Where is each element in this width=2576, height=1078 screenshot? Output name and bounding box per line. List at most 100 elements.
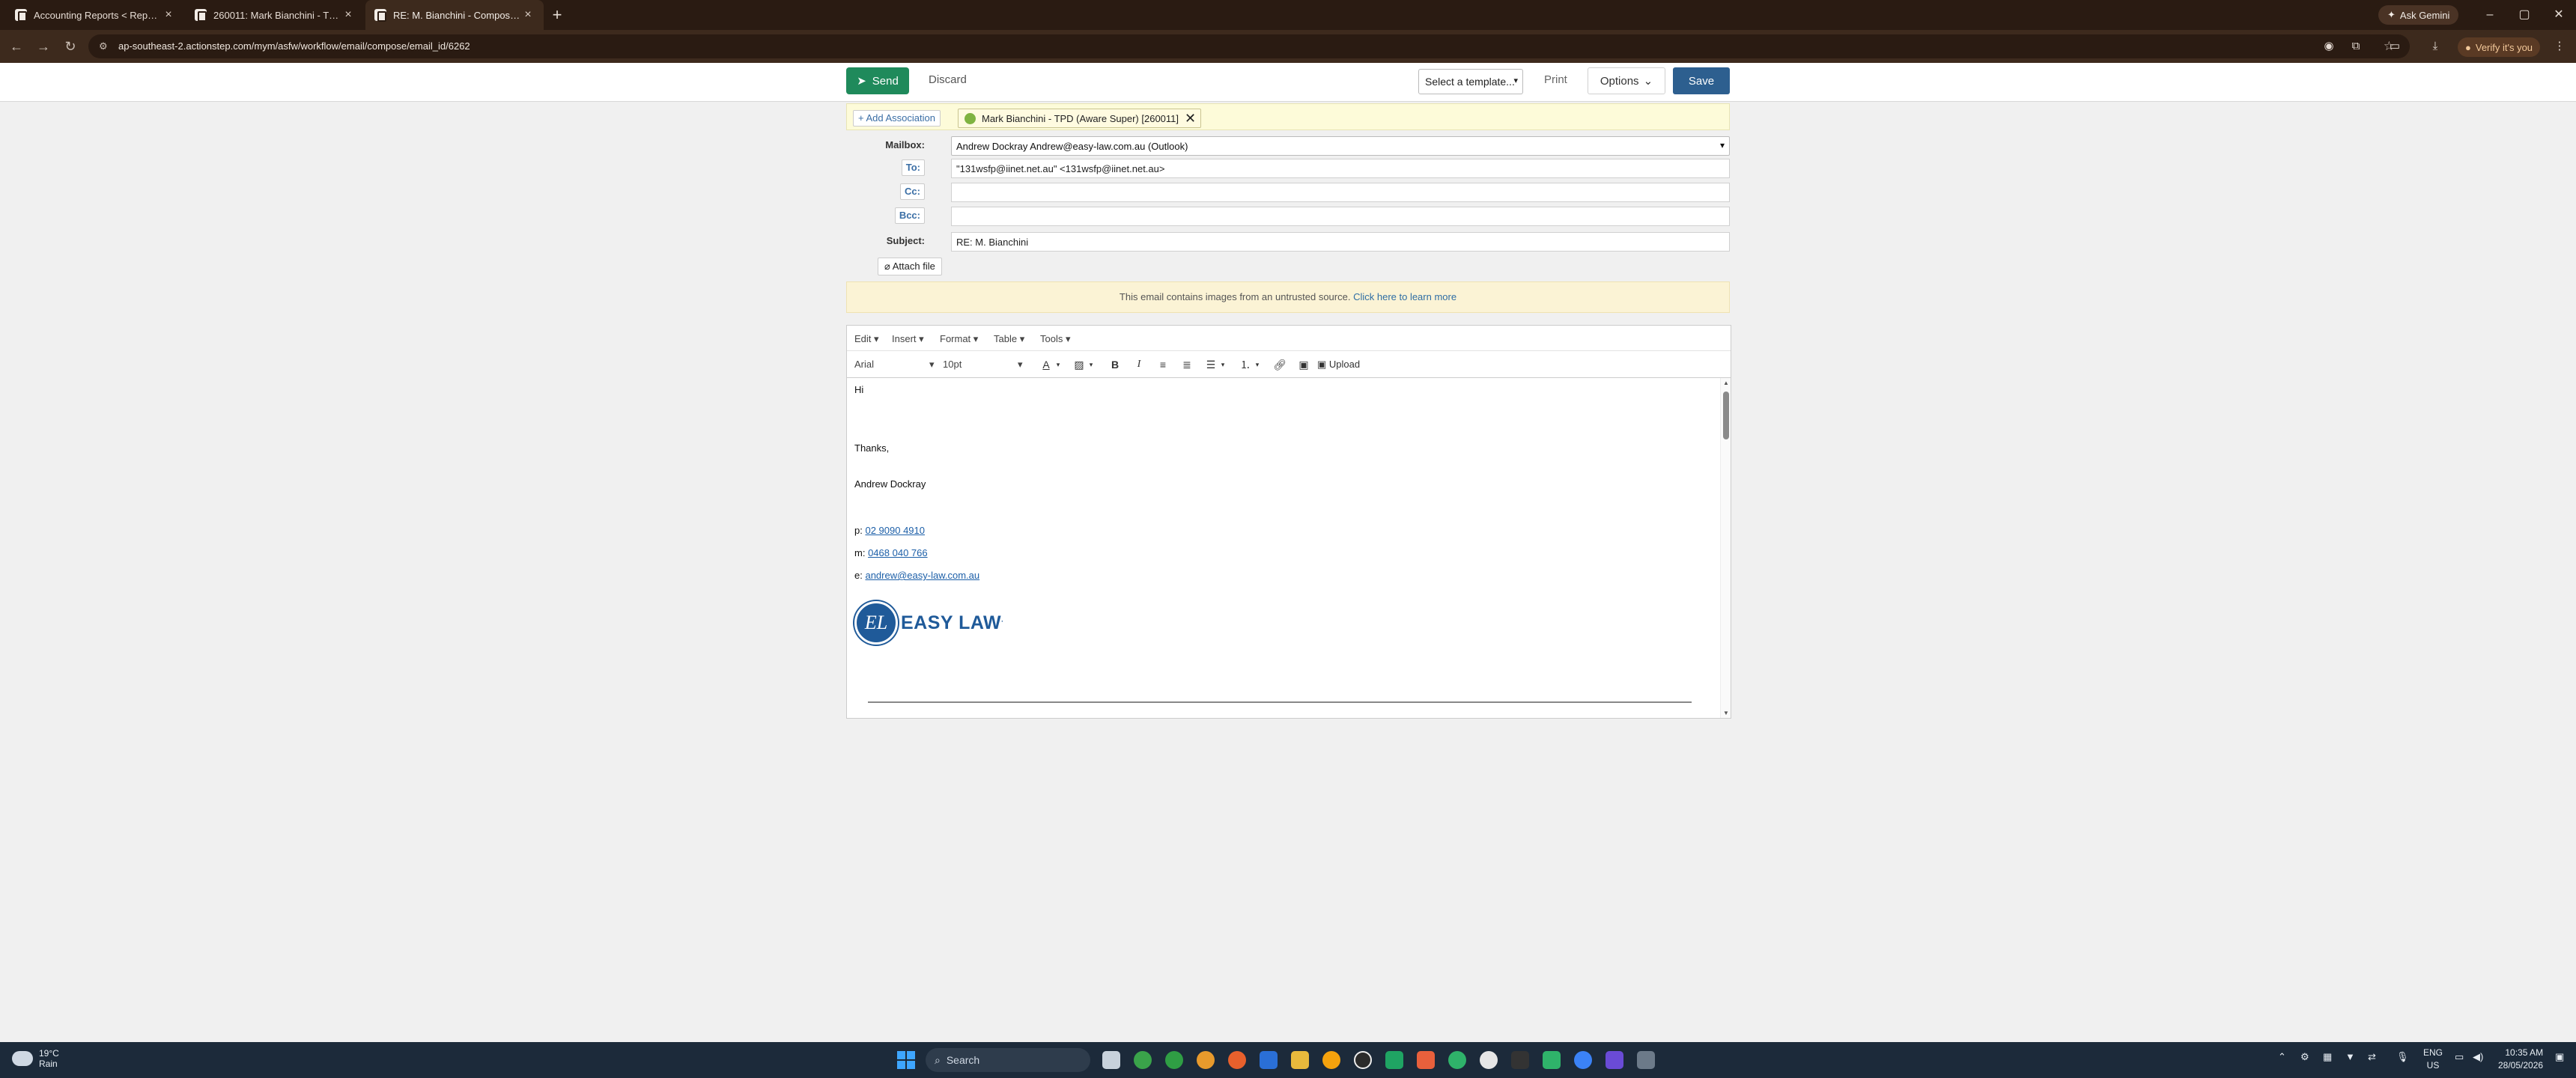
maximize-icon[interactable]: ▢ (2507, 0, 2542, 30)
menu-table[interactable]: Table ▾ (994, 333, 1024, 345)
upload-button[interactable]: ▣ Upload (1317, 357, 1377, 372)
bullet-list-icon[interactable]: ☰ (1202, 357, 1220, 372)
align-left-icon[interactable]: ≡ (1154, 357, 1172, 372)
mail-icon[interactable] (1260, 1051, 1278, 1069)
minimize-icon[interactable]: – (2473, 0, 2507, 30)
volume-icon[interactable]: ◀︎) (2473, 1051, 2483, 1063)
learn-more-link[interactable]: Click here to learn more (1353, 291, 1456, 302)
notifications-icon[interactable]: ▣ (2555, 1051, 2564, 1063)
windows-start-icon[interactable] (897, 1051, 915, 1069)
app-purple-icon[interactable] (1606, 1051, 1623, 1069)
verify-identity-button[interactable]: ● Verify it's you (2458, 37, 2541, 57)
scroll-thumb[interactable] (1723, 392, 1729, 439)
menu-format[interactable]: Format ▾ (940, 333, 978, 345)
print-button[interactable]: Print (1544, 73, 1567, 86)
mobile-link[interactable]: 0468 040 766 (868, 547, 928, 558)
tray-vpn-icon[interactable]: ▼ (2345, 1051, 2355, 1062)
tray-sync-icon[interactable]: ⇄ (2368, 1051, 2376, 1063)
chevron-down-icon[interactable]: ▾ (1218, 357, 1227, 372)
attach-file-button[interactable]: ⌀ Attach file (878, 258, 942, 275)
chrome-profile-icon[interactable] (1165, 1051, 1183, 1069)
link-icon[interactable]: 🔗︎ (1271, 357, 1289, 372)
scroll-down-icon[interactable]: ▼ (1723, 710, 1729, 716)
chevron-down-icon[interactable]: ▾ (1253, 357, 1262, 372)
highlight-color-icon[interactable]: ▨ (1070, 357, 1088, 372)
download-icon[interactable]: ⤓ (2428, 39, 2443, 54)
template-select[interactable]: Select a template... ▾ (1418, 69, 1523, 94)
options-button[interactable]: Options ⌄ (1588, 67, 1665, 94)
close-icon[interactable]: × (341, 8, 355, 22)
align-center-icon[interactable]: ≣ (1178, 357, 1196, 372)
whatsapp-business-icon[interactable] (1448, 1051, 1466, 1069)
email-body[interactable]: Hi Thanks, Andrew Dockray p: 02 9090 491… (847, 378, 1716, 718)
font-family-select[interactable]: Arial ▾ (854, 359, 937, 370)
to-field[interactable]: "131wsfp@iinet.net.au" <131wsfp@iinet.ne… (951, 159, 1730, 178)
tab-accounting-reports[interactable]: Accounting Reports < Reports × (6, 0, 184, 30)
chevron-down-icon[interactable]: ▾ (1054, 357, 1063, 372)
add-association-button[interactable]: + Add Association (853, 110, 941, 127)
tab-matter[interactable]: 260011: Mark Bianchini - TPD (A × (186, 0, 364, 30)
tab-compose-email[interactable]: RE: M. Bianchini - Compose Ema × (365, 0, 544, 30)
url-input[interactable]: ⚙ ap-southeast-2.actionstep.com/mym/asfw… (88, 34, 2410, 58)
extension-icon[interactable]: ◉ (2321, 39, 2336, 54)
ask-gemini-button[interactable]: ✦ Ask Gemini (2378, 5, 2459, 25)
close-icon[interactable]: × (162, 8, 175, 22)
tray-app-icon[interactable]: ▦ (2323, 1051, 2332, 1063)
app-dark-icon[interactable] (1511, 1051, 1529, 1069)
cc-field[interactable] (951, 183, 1730, 202)
bcc-field[interactable] (951, 207, 1730, 226)
forward-icon[interactable]: → (33, 36, 54, 57)
association-chip[interactable]: Mark Bianchini - TPD (Aware Super) [2600… (958, 109, 1202, 128)
italic-icon[interactable]: I (1130, 357, 1148, 372)
menu-tools[interactable]: Tools ▾ (1040, 333, 1071, 345)
back-icon[interactable]: ← (6, 36, 27, 57)
text-color-icon[interactable]: A (1037, 357, 1055, 372)
mailbox-select[interactable]: Andrew Dockray Andrew@easy-law.com.au (O… (951, 136, 1730, 156)
calculator-icon[interactable] (1637, 1051, 1655, 1069)
chrome-active-icon[interactable] (1197, 1051, 1215, 1069)
app-green-icon[interactable] (1543, 1051, 1561, 1069)
whatsapp-icon[interactable] (1385, 1051, 1403, 1069)
scroll-up-icon[interactable]: ▲ (1723, 380, 1729, 386)
app-asterisk-icon[interactable] (1417, 1051, 1435, 1069)
chatgpt-icon[interactable] (1480, 1051, 1498, 1069)
menu-kebab-icon[interactable]: ⋮ (2552, 39, 2567, 54)
taskbar-search[interactable]: ⌕ Search (926, 1048, 1090, 1072)
input-language[interactable]: ENG US (2423, 1047, 2443, 1072)
bold-icon[interactable]: B (1106, 357, 1124, 372)
system-clock[interactable]: 10:35 AM 28/05/2026 (2498, 1047, 2543, 1072)
new-tab-button[interactable]: + (547, 4, 568, 25)
to-address-book-button[interactable]: To: (901, 159, 925, 176)
cc-address-book-button[interactable]: Cc: (900, 183, 925, 200)
phone-link[interactable]: 02 9090 4910 (865, 525, 925, 536)
password-manager-icon[interactable] (1354, 1051, 1372, 1069)
image-icon[interactable]: ▣ (1295, 357, 1313, 372)
search-app-icon[interactable] (1322, 1051, 1340, 1069)
app-icon[interactable] (1228, 1051, 1246, 1069)
network-icon[interactable]: ▭ (2455, 1051, 2464, 1063)
reload-icon[interactable]: ↻ (60, 36, 81, 57)
site-info-icon[interactable]: ⚙ (99, 40, 108, 52)
discard-button[interactable]: Discard (929, 73, 967, 86)
side-panel-icon[interactable]: ▭ (2387, 39, 2402, 54)
font-size-select[interactable]: 10pt ▾ (943, 359, 1025, 370)
close-window-icon[interactable]: ✕ (2542, 0, 2576, 30)
menu-insert[interactable]: Insert ▾ (892, 333, 924, 345)
tray-settings-icon[interactable]: ⚙ (2300, 1051, 2309, 1063)
microphone-icon[interactable]: 🎙︎ (2396, 1051, 2409, 1063)
close-icon[interactable]: × (521, 8, 535, 22)
numbered-list-icon[interactable]: ⒈ (1236, 357, 1254, 372)
task-view-icon[interactable] (1102, 1051, 1120, 1069)
file-explorer-icon[interactable] (1291, 1051, 1309, 1069)
email-link[interactable]: andrew@easy-law.com.au (865, 570, 979, 581)
send-button[interactable]: ➤ Send (846, 67, 909, 94)
weather-widget[interactable]: 19°C Rain (12, 1048, 59, 1069)
editor-scrollbar[interactable]: ▲ ▼ (1720, 378, 1731, 718)
app-globe-icon[interactable] (1574, 1051, 1592, 1069)
menu-edit[interactable]: Edit ▾ (854, 333, 879, 345)
tray-chevron-up-icon[interactable]: ⌃ (2278, 1051, 2286, 1063)
save-button[interactable]: Save (1673, 67, 1730, 94)
remove-association-icon[interactable]: ✕ (1185, 112, 1196, 125)
chrome-icon[interactable] (1134, 1051, 1152, 1069)
subject-field[interactable]: RE: M. Bianchini (951, 232, 1730, 252)
